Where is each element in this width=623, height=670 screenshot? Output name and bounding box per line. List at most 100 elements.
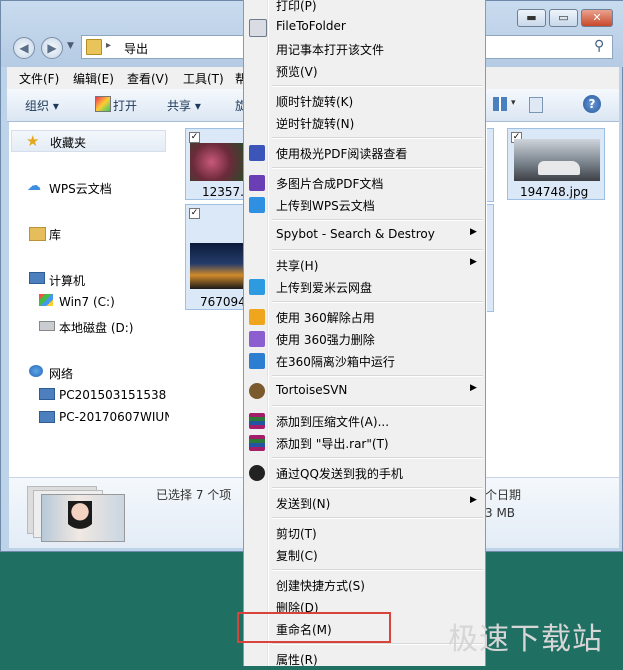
forward-button[interactable]: ▶ [41,37,63,59]
menu-separator [272,219,483,221]
menu-view[interactable]: 查看(V) [127,70,169,87]
nav-drive-c[interactable]: Win7 (C:) [59,295,115,309]
nav-pc1[interactable]: PC201503151538 [59,388,166,402]
open-button[interactable]: 打开 [113,97,137,114]
back-button[interactable]: ◀ [13,37,35,59]
nav-pc2[interactable]: PC-20170607WIUN [59,410,173,424]
computer-icon [29,272,45,284]
menu-separator [272,137,483,139]
menu-item-label: 使用 360解除占用 [276,311,375,325]
item-checkbox[interactable]: ✓ [189,132,200,143]
context-item-20[interactable]: 在360隔离沙箱中运行 [244,350,485,372]
menu-edit[interactable]: 编辑(E) [73,70,114,87]
share-button[interactable]: 共享 ▾ [167,97,201,114]
item-checkbox[interactable]: ✓ [189,208,200,219]
context-item-2[interactable]: 用记事本打开该文件 [244,38,485,60]
menu-item-label: 打印(P) [276,0,317,13]
help-icon[interactable]: ? [583,95,601,113]
file-item[interactable]: ✓ 12357. [185,128,245,200]
menu-separator [272,487,483,489]
menu-item-label: 添加到压缩文件(A)... [276,415,390,429]
recent-pages-chevron-icon[interactable]: ▼ [67,41,74,51]
context-item-16[interactable]: 上传到爱米云网盘 [244,276,485,298]
context-item-0[interactable]: 打印(P) [244,0,485,16]
file-item-edge[interactable] [487,128,494,202]
organize-button[interactable]: 组织 ▾ [25,97,59,114]
view-chevron-icon[interactable]: ▾ [511,98,516,108]
context-item-34[interactable]: 创建快捷方式(S) [244,574,485,596]
selection-count: 已选择 7 个项 [156,488,232,502]
context-item-24[interactable]: 添加到压缩文件(A)... [244,410,485,432]
minimize-button[interactable]: ▬ [517,9,546,27]
context-item-8[interactable]: 使用极光PDF阅读器查看 [244,142,485,164]
wps-cloud-icon: ☁ [27,178,41,194]
view-options-icon[interactable] [493,97,507,111]
context-item-27[interactable]: 通过QQ发送到我的手机 [244,462,485,484]
nav-library[interactable]: 库 [49,226,61,243]
menu-item-label: 属性(R) [276,653,318,667]
context-item-29[interactable]: 发送到(N) ▶ [244,492,485,514]
windows-drive-icon [39,294,53,306]
context-item-15[interactable]: 共享(H) ▶ [244,254,485,276]
context-item-18[interactable]: 使用 360解除占用 [244,306,485,328]
favorites-header[interactable]: ★ 收藏夹 [11,130,166,152]
menu-separator [272,249,483,251]
context-item-5[interactable]: 顺时针旋转(K) [244,90,485,112]
library-icon [29,227,46,241]
network-icon [29,365,43,377]
context-item-10[interactable]: 多图片合成PDF文档 [244,172,485,194]
unlock-icon [249,309,265,325]
context-item-25[interactable]: 添加到 "导出.rar"(T) [244,432,485,454]
context-item-22[interactable]: TortoiseSVN ▶ [244,380,485,402]
context-item-1[interactable]: FileToFolder [244,16,485,38]
p-icon [249,175,265,191]
rename-highlight-box [237,612,391,643]
context-item-32[interactable]: 复制(C) [244,544,485,566]
context-item-6[interactable]: 逆时针旋转(N) [244,112,485,134]
menu-item-label: 使用 360强力删除 [276,333,375,347]
context-item-11[interactable]: 上传到WPS云文档 [244,194,485,216]
context-item-3[interactable]: 预览(V) [244,60,485,82]
preview-thumbnail [41,494,125,542]
pc-icon [39,411,55,423]
image-thumbnail [190,243,244,289]
nav-drive-d[interactable]: 本地磁盘 (D:) [59,319,133,336]
address-chevron-icon[interactable]: ▸ [106,40,111,51]
pc-icon [39,388,55,400]
nav-wps-cloud[interactable]: WPS云文档 [49,180,112,197]
menu-item-label: TortoiseSVN [276,383,348,397]
nav-network[interactable]: 网络 [49,365,73,382]
menu-item-label: 逆时针旋转(N) [276,117,355,131]
winrar-icon [249,435,265,451]
menu-item-label: 复制(C) [276,549,318,563]
cube-icon [249,197,265,213]
watermark: 极速下载站 [448,622,603,657]
menu-file[interactable]: 文件(F) [19,70,59,87]
address-text: 导出 [124,42,149,56]
menu-tools[interactable]: 工具(T) [183,70,224,87]
cloud-icon [249,279,265,295]
menu-item-label: 共享(H) [276,259,319,273]
details-date-fragment: 个日期 [485,488,522,502]
menu-item-label: 发送到(N) [276,497,331,511]
maximize-button[interactable]: ▭ [549,9,578,27]
preview-pane-icon[interactable] [529,97,543,113]
close-button[interactable]: ✕ [581,9,613,27]
context-item-31[interactable]: 剪切(T) [244,522,485,544]
file-name: 12357. [202,185,244,199]
menu-item-label: 创建快捷方式(S) [276,579,365,593]
nav-computer[interactable]: 计算机 [49,272,85,289]
image-thumbnail [190,143,244,181]
menu-separator [272,375,483,377]
context-item-13[interactable]: Spybot - Search & Destroy ▶ [244,224,485,246]
search-icon[interactable]: ⚲ [594,38,604,54]
menu-item-label: 剪切(T) [276,527,317,541]
context-item-19[interactable]: 使用 360强力删除 [244,328,485,350]
back-arrow-icon: ◀ [19,41,29,55]
menu-separator [272,85,483,87]
file-item[interactable]: ✓ 767094 [185,204,246,310]
pdf-icon [249,145,265,161]
file-item-edge[interactable] [487,204,494,312]
file-item[interactable]: ✓ 194748.jpg [507,128,605,200]
menu-item-label: 上传到WPS云文档 [276,199,375,213]
